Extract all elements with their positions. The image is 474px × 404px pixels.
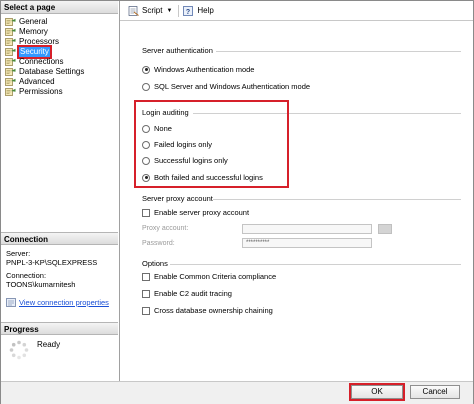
server-value: PNPL-3-KP\SQLEXPRESS (6, 258, 98, 267)
option-label: Cross database ownership chaining (154, 306, 273, 315)
cancel-button[interactable]: Cancel (410, 385, 460, 399)
page-label: Processors (19, 37, 60, 46)
browse-button[interactable] (378, 224, 392, 234)
server-label: Server: (6, 249, 31, 258)
toolbar-separator (178, 4, 180, 17)
divider (216, 51, 461, 52)
page-icon (5, 88, 16, 96)
script-label: Script (142, 6, 163, 15)
page-item-permissions[interactable]: Permissions (5, 87, 84, 97)
password-field[interactable]: ********** (242, 238, 372, 248)
page-label: Advanced (19, 77, 55, 86)
proxy-account-field[interactable] (242, 224, 372, 234)
progress-spinner-icon (9, 340, 29, 360)
left-pane: Select a page General Memory Processors … (1, 1, 120, 381)
page-icon (5, 58, 16, 66)
ok-button[interactable]: OK (349, 383, 405, 401)
connection-info: Server: PNPL-3-KP\SQLEXPRESS Connection:… (6, 249, 97, 289)
select-page-header: Select a page (1, 1, 118, 14)
divider (170, 264, 461, 265)
progress-area: Ready (9, 340, 60, 360)
option-label: Windows Authentication mode (154, 65, 255, 74)
c2-audit-checkbox[interactable]: Enable C2 audit tracing (142, 289, 232, 298)
progress-status: Ready (37, 340, 61, 349)
properties-icon (6, 298, 16, 307)
option-label: Enable C2 audit tracing (154, 289, 232, 298)
mixed-auth-option[interactable]: SQL Server and Windows Authentication mo… (142, 82, 310, 91)
chevron-down-icon[interactable]: ▼ (166, 8, 172, 14)
script-icon (128, 5, 139, 16)
page-item-connections[interactable]: Connections (5, 57, 84, 67)
proxy-account-label: Proxy account: (142, 225, 189, 232)
page-icon (5, 38, 16, 46)
progress-header: Progress (1, 322, 118, 335)
password-label: Password: (142, 240, 175, 247)
divider (213, 199, 461, 200)
radio-button[interactable] (142, 82, 150, 91)
common-criteria-checkbox[interactable]: Enable Common Criteria compliance (142, 272, 276, 281)
server-properties-dialog: Select a page General Memory Processors … (0, 0, 474, 404)
page-label: Connections (19, 57, 64, 66)
help-icon: ? (183, 5, 194, 16)
page-item-advanced[interactable]: Advanced (5, 77, 84, 87)
view-connection-properties-link[interactable]: View connection properties (6, 298, 109, 307)
toolbar: Script ▼ ? Help (120, 1, 473, 21)
enable-proxy-checkbox[interactable]: Enable server proxy account (142, 208, 249, 217)
page-item-general[interactable]: General (5, 17, 84, 27)
checkbox[interactable] (142, 208, 150, 217)
server-proxy-title: Server proxy account (142, 194, 213, 203)
checkbox[interactable] (142, 306, 150, 315)
page-icon (5, 48, 16, 56)
page-icon (5, 68, 16, 76)
checkbox[interactable] (142, 272, 150, 281)
page-label: Database Settings (19, 67, 85, 76)
page-item-database-settings[interactable]: Database Settings (5, 67, 84, 77)
security-page-content: Server authentication Windows Authentica… (120, 22, 473, 381)
page-icon (5, 78, 16, 86)
page-label: Security (17, 45, 52, 59)
connection-value: TOONS\kumarnitesh (6, 280, 76, 289)
windows-auth-option[interactable]: Windows Authentication mode (142, 65, 254, 74)
option-label: Enable server proxy account (154, 208, 250, 217)
option-label: SQL Server and Windows Authentication mo… (154, 82, 311, 91)
option-label: Enable Common Criteria compliance (154, 272, 277, 281)
radio-button[interactable] (142, 65, 150, 74)
cross-db-ownership-checkbox[interactable]: Cross database ownership chaining (142, 306, 273, 315)
server-authentication-title: Server authentication (142, 46, 213, 55)
page-icon (5, 18, 16, 26)
page-list: General Memory Processors Security Conne… (5, 17, 84, 97)
login-auditing-highlight (134, 100, 289, 188)
page-label: Permissions (19, 87, 63, 96)
help-label: Help (197, 6, 214, 15)
page-item-memory[interactable]: Memory (5, 27, 84, 37)
view-connection-properties-label: View connection properties (19, 298, 109, 307)
script-button[interactable]: Script ▼ (128, 5, 172, 16)
page-item-security[interactable]: Security (5, 45, 84, 59)
options-title: Options (142, 259, 168, 268)
connection-label: Connection: (6, 271, 47, 280)
page-label: General (19, 17, 48, 26)
checkbox[interactable] (142, 289, 150, 298)
connection-header: Connection (1, 232, 118, 245)
svg-text:?: ? (186, 8, 190, 15)
page-label: Memory (19, 27, 48, 36)
page-icon (5, 28, 16, 36)
page-item-processors[interactable]: Processors (5, 37, 84, 47)
help-button[interactable]: ? Help (183, 5, 214, 16)
